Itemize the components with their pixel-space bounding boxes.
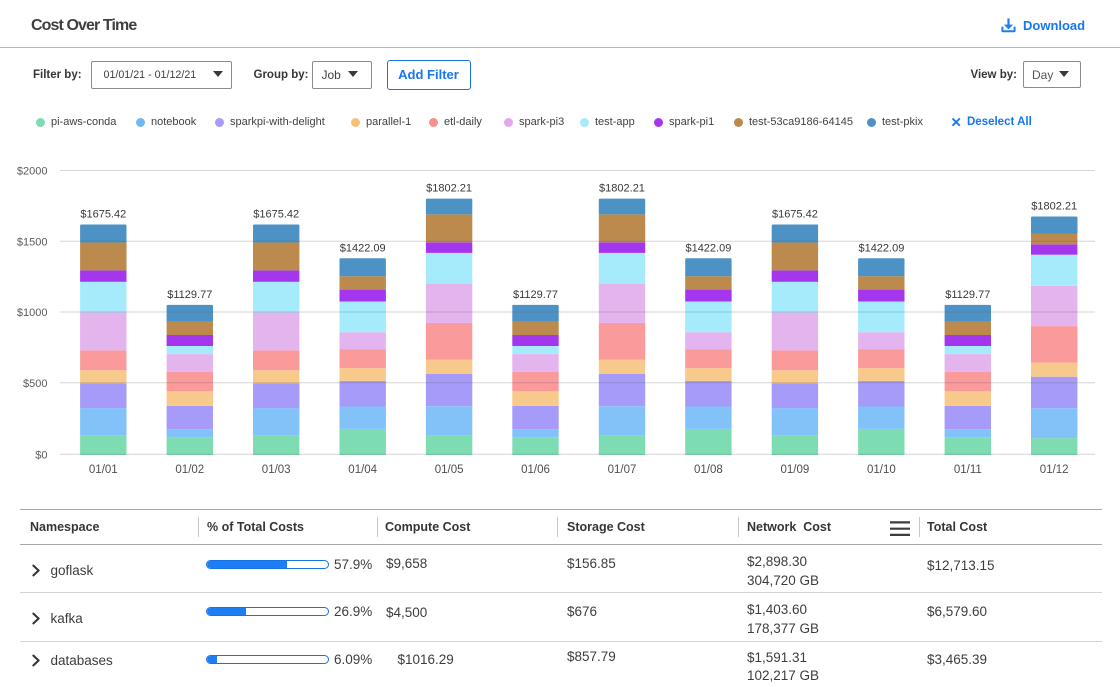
svg-text:$1675.42: $1675.42: [80, 209, 126, 221]
svg-text:$1802.21: $1802.21: [1031, 201, 1077, 213]
svg-text:$1675.42: $1675.42: [772, 209, 818, 221]
svg-text:$1129.77: $1129.77: [945, 289, 990, 301]
svg-text:01/09: 01/09: [781, 464, 810, 476]
svg-text:01/04: 01/04: [348, 464, 377, 476]
svg-text:$1000: $1000: [17, 307, 48, 319]
svg-text:01/05: 01/05: [435, 464, 464, 476]
svg-text:01/03: 01/03: [262, 464, 291, 476]
svg-text:01/07: 01/07: [608, 464, 637, 476]
svg-text:$2000: $2000: [17, 166, 48, 178]
svg-text:$1129.77: $1129.77: [513, 289, 558, 301]
svg-text:$1675.42: $1675.42: [253, 209, 299, 221]
svg-text:01/12: 01/12: [1040, 464, 1069, 476]
svg-text:01/01: 01/01: [89, 464, 118, 476]
svg-text:$500: $500: [23, 378, 47, 390]
svg-text:$1422.09: $1422.09: [685, 242, 731, 254]
svg-text:01/10: 01/10: [867, 464, 896, 476]
svg-text:$1422.09: $1422.09: [340, 242, 386, 254]
svg-text:01/02: 01/02: [175, 464, 204, 476]
svg-text:$1802.21: $1802.21: [599, 183, 645, 195]
svg-text:01/11: 01/11: [954, 464, 982, 476]
svg-text:$1129.77: $1129.77: [167, 289, 212, 301]
svg-text:$0: $0: [35, 449, 47, 461]
svg-text:01/06: 01/06: [521, 464, 550, 476]
svg-text:$1802.21: $1802.21: [426, 183, 472, 195]
svg-text:01/08: 01/08: [694, 464, 723, 476]
svg-text:$1500: $1500: [17, 236, 48, 248]
svg-text:$1422.09: $1422.09: [858, 242, 904, 254]
